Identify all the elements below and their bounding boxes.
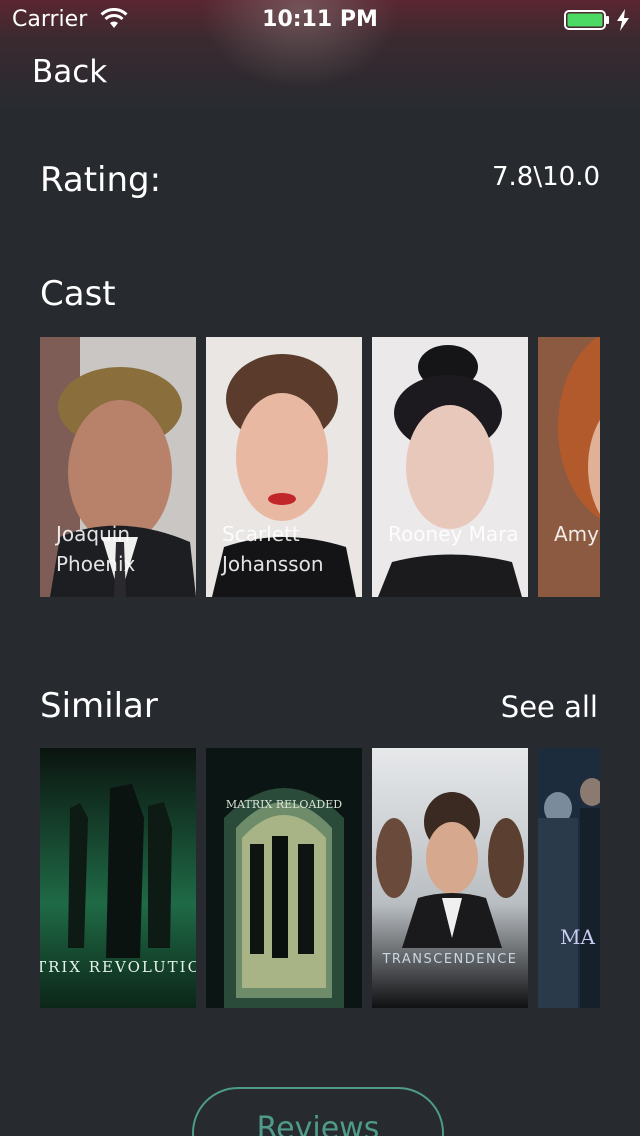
actor-name: Rooney Mara: [388, 522, 519, 546]
similar-movie-card[interactable]: MATRIX REVOLUTIONS: [40, 748, 196, 1008]
reviews-button[interactable]: Reviews: [192, 1087, 444, 1136]
cast-card[interactable]: Scarlett Johansson: [206, 337, 362, 597]
movie-detail-screen: Carrier 10:11 PM Back Rating: 7.8\10.0 C…: [0, 0, 640, 1136]
clock: 10:11 PM: [262, 7, 378, 32]
actor-name: Joaquin Phoenix: [56, 522, 136, 576]
movie-poster: TRANSCENDENCE: [372, 748, 528, 1008]
cast-card[interactable]: Rooney Mara: [372, 337, 528, 597]
similar-carousel[interactable]: MATRIX REVOLUTIONS MATRIX RELOADED: [40, 748, 600, 1008]
cast-card[interactable]: Amy: [538, 337, 600, 597]
poster-title-text: TRANSCENDENCE: [381, 952, 517, 967]
actor-name: Amy: [554, 522, 599, 546]
poster-title-text: MATRIX REVOLUTIONS: [40, 958, 196, 976]
status-bar: Carrier 10:11 PM: [0, 0, 640, 40]
poster-title-text: MATRIX RELOADED: [226, 798, 342, 811]
movie-poster: MA: [538, 748, 600, 1008]
similar-title: Similar: [40, 686, 158, 726]
charging-bolt-icon: [617, 9, 629, 31]
actor-name: Scarlett Johansson: [222, 522, 324, 576]
movie-poster: MATRIX REVOLUTIONS: [40, 748, 196, 1008]
cast-title: Cast: [40, 274, 116, 314]
poster-title-text: MA: [560, 925, 595, 949]
similar-movie-card[interactable]: TRANSCENDENCE: [372, 748, 528, 1008]
actor-photo: [538, 337, 600, 597]
see-all-button[interactable]: See all: [501, 690, 598, 724]
battery-icon: [564, 10, 609, 30]
rating-label: Rating:: [40, 160, 162, 200]
back-button[interactable]: Back: [32, 54, 107, 90]
cast-card[interactable]: Joaquin Phoenix: [40, 337, 196, 597]
movie-poster: MATRIX RELOADED: [206, 748, 362, 1008]
similar-movie-card[interactable]: MATRIX RELOADED: [206, 748, 362, 1008]
actor-photo: [372, 337, 528, 597]
cast-carousel[interactable]: Joaquin Phoenix Scarlett Johansson Roone…: [40, 337, 600, 597]
rating-value: 7.8\10.0: [492, 162, 600, 192]
similar-movie-card[interactable]: MA: [538, 748, 600, 1008]
